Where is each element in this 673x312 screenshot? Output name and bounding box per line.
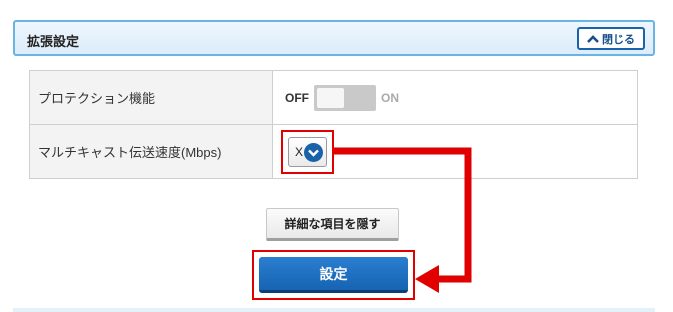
- panel-title: 拡張設定: [27, 34, 80, 49]
- multicast-rate-value-cell: X: [272, 124, 638, 179]
- panel-header: 拡張設定 閉じる: [13, 20, 655, 56]
- panel-bottom-border: [13, 308, 655, 312]
- select-value: X: [295, 145, 304, 159]
- protection-toggle[interactable]: [314, 84, 376, 111]
- toggle-knob[interactable]: [317, 87, 344, 108]
- hide-details-button[interactable]: 詳細な項目を隠す: [266, 208, 399, 241]
- submit-highlight-box: 設定: [252, 250, 415, 300]
- table-row: マルチキャスト伝送速度(Mbps) X: [29, 124, 638, 179]
- close-button-label: 閉じる: [602, 33, 635, 46]
- table-row: プロテクション機能 OFF ON: [29, 70, 638, 125]
- select-highlight-box: X: [281, 130, 334, 174]
- protection-label: プロテクション機能: [29, 70, 273, 125]
- close-button[interactable]: 閉じる: [577, 27, 645, 50]
- submit-button[interactable]: 設定: [259, 257, 408, 293]
- protection-toggle-group: OFF ON: [285, 84, 637, 111]
- multicast-rate-label: マルチキャスト伝送速度(Mbps): [29, 124, 273, 179]
- chevron-down-icon[interactable]: [304, 143, 323, 162]
- settings-table: プロテクション機能 OFF ON マルチキャスト伝送速度(Mbps) X: [29, 70, 638, 179]
- toggle-off-label: OFF: [285, 90, 309, 105]
- multicast-rate-select[interactable]: X: [288, 137, 327, 167]
- toggle-on-label: ON: [381, 90, 399, 105]
- chevron-up-icon: [587, 34, 599, 43]
- protection-value-cell: OFF ON: [272, 70, 638, 125]
